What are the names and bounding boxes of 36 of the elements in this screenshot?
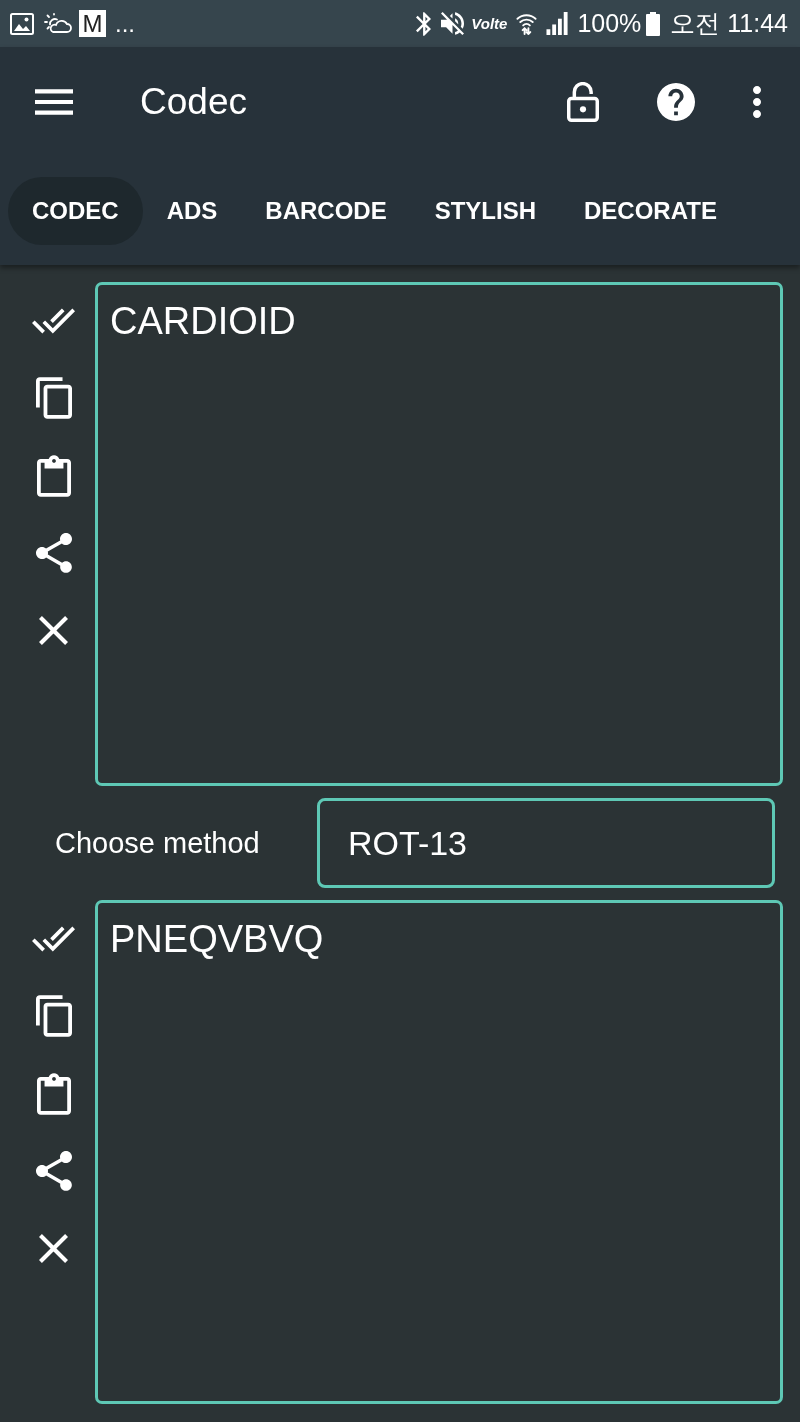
more-options-icon[interactable] (752, 86, 762, 118)
tab[interactable]: CODEC (8, 177, 143, 245)
clock: 오전 11:44 (670, 8, 788, 39)
share-icon[interactable] (35, 533, 72, 574)
input-text-field[interactable]: CARDIOID (95, 282, 783, 786)
share-icon[interactable] (35, 1151, 72, 1192)
sun-cloud-icon (44, 12, 72, 35)
help-icon[interactable] (657, 83, 695, 121)
app-badge: M (79, 10, 106, 37)
unlocked-padlock-icon[interactable] (567, 82, 599, 122)
clipboard-icon[interactable] (36, 454, 71, 497)
muted-speaker-icon (441, 12, 465, 35)
tab[interactable]: DECORATE (560, 177, 741, 245)
tab[interactable]: STYLISH (410, 177, 561, 245)
method-field[interactable]: ROT-13 (317, 798, 775, 888)
network-label: Volte (471, 15, 508, 32)
double-check-icon[interactable] (31, 307, 76, 334)
double-check-icon[interactable] (31, 925, 76, 952)
wifi-icon (516, 12, 538, 35)
menu-icon[interactable] (35, 89, 73, 115)
copy-icon[interactable] (35, 377, 72, 420)
more-notifications: ... (115, 11, 135, 36)
close-icon[interactable] (39, 1234, 68, 1264)
clipboard-icon[interactable] (36, 1072, 71, 1115)
tab[interactable]: BARCODE (241, 177, 411, 245)
method-label: Choose method (55, 826, 260, 860)
output-text-field[interactable]: PNEQVBVQ (95, 900, 783, 1404)
close-icon[interactable] (39, 616, 68, 646)
battery-percent: 100% (577, 9, 642, 38)
app-title: Codec (140, 81, 247, 123)
bluetooth-icon (416, 11, 432, 36)
battery-icon (646, 11, 661, 36)
copy-icon[interactable] (35, 995, 72, 1038)
image-icon (10, 12, 34, 35)
tab[interactable]: ADS (142, 177, 242, 245)
signal-icon (546, 12, 570, 35)
